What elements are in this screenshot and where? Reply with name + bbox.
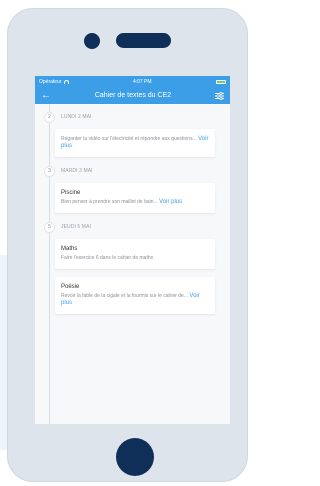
status-left: Opérateur <box>39 79 69 85</box>
day-number-badge: 2 <box>44 111 55 123</box>
homework-card[interactable]: Piscine Bien penser à prendre son maillo… <box>55 183 215 213</box>
day-label: JEUDI 5 MAI <box>61 224 91 230</box>
day-number-badge: 3 <box>44 165 55 177</box>
home-button[interactable] <box>116 438 154 476</box>
card-title: Poésie <box>61 284 80 290</box>
carrier-label: Opérateur <box>39 78 62 85</box>
camera-icon <box>84 33 100 49</box>
card-title: Piscine <box>61 190 81 196</box>
card-description: Faire l'exercice 6 dans le cahier de mat… <box>61 255 154 261</box>
speaker-icon <box>116 33 171 48</box>
card-description: Regarder la vidéo sur l'électricité et r… <box>61 136 197 142</box>
status-bar: Opérateur 4:07 PM <box>35 76 230 87</box>
day-label: LUNDI 2 MAI <box>61 114 92 120</box>
back-arrow-icon[interactable]: ← <box>41 90 51 101</box>
day-header: 5 JEUDI 5 MAI <box>35 221 223 233</box>
card-text: Bien penser à prendre son maillot de bai… <box>61 199 209 206</box>
card-title: Maths <box>61 246 78 252</box>
wifi-icon <box>63 79 69 84</box>
card-description: Bien penser à prendre son maillot de bai… <box>61 199 158 205</box>
day-number-badge: 5 <box>44 221 55 233</box>
status-time: 4:07 PM <box>132 78 152 85</box>
page-title: Cahier de textes du CE2 <box>94 92 172 99</box>
filter-icon[interactable] <box>214 91 224 100</box>
homework-card[interactable]: Poésie Revoir la fable de la cigale et l… <box>55 277 215 314</box>
card-description: Revoir la fable de la cigale et la fourm… <box>61 293 189 299</box>
card-text: Revoir la fable de la cigale et la fourm… <box>61 293 209 307</box>
day-label: MARDI 3 MAI <box>61 168 93 174</box>
app-header: ← Cahier de textes du CE2 <box>35 87 230 104</box>
timeline-line <box>49 104 50 424</box>
day-header: 3 MARDI 3 MAI <box>35 165 223 177</box>
homework-card[interactable]: Regarder la vidéo sur l'électricité et r… <box>55 129 215 157</box>
homework-card[interactable]: Maths Faire l'exercice 6 dans le cahier … <box>55 239 215 269</box>
card-text: Regarder la vidéo sur l'électricité et r… <box>61 136 209 150</box>
day-header: 2 LUNDI 2 MAI <box>35 111 223 123</box>
battery-icon <box>215 79 226 84</box>
phone-screen: Opérateur 4:07 PM ← Cahier de textes du … <box>35 76 230 424</box>
voir-plus-link[interactable]: Voir plus <box>159 199 182 205</box>
timeline: 2 LUNDI 2 MAI Regarder la vidéo sur l'él… <box>35 104 230 424</box>
card-text: Faire l'exercice 6 dans le cahier de mat… <box>61 255 209 262</box>
